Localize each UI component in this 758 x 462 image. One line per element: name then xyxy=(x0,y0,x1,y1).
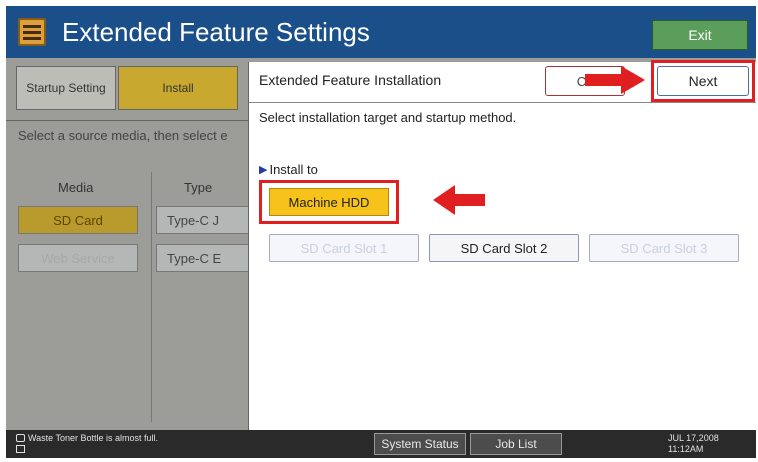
time: 11:12AM xyxy=(668,444,704,454)
pointer-arrow-icon xyxy=(585,66,645,94)
date: JUL 17,2008 xyxy=(668,433,719,443)
header-bar: Extended Feature Settings Exit xyxy=(6,6,756,58)
column-divider xyxy=(151,172,152,422)
next-button[interactable]: Next xyxy=(657,66,749,96)
media-header: Media xyxy=(58,180,94,195)
printer-icon xyxy=(16,434,25,442)
type-c-e-button[interactable]: Type-C E xyxy=(156,244,256,272)
machine-hdd-button[interactable]: Machine HDD xyxy=(269,188,389,216)
sd-card-slot-2-button[interactable]: SD Card Slot 2 xyxy=(429,234,579,262)
install-to-text: Install to xyxy=(269,162,318,177)
settings-app-icon xyxy=(18,18,46,46)
type-header: Type xyxy=(184,180,213,195)
web-service-button[interactable]: Web Service xyxy=(18,244,138,272)
page-title: Extended Feature Settings xyxy=(62,17,370,47)
dialog-instruction: Select installation target and startup m… xyxy=(259,110,517,125)
source-instruction: Select a source media, then select e xyxy=(18,128,228,143)
type-c-j-button[interactable]: Type-C J xyxy=(156,206,256,234)
tab-install[interactable]: Install xyxy=(118,66,238,110)
date-time: JUL 17,2008 11:12AM xyxy=(668,433,719,455)
tab-startup-setting[interactable]: Startup Setting xyxy=(16,66,116,110)
install-to-label: ▶ Install to xyxy=(259,162,318,177)
sd-card-slot-3-button[interactable]: SD Card Slot 3 xyxy=(589,234,739,262)
job-list-button[interactable]: Job List xyxy=(470,433,562,455)
alert-icon xyxy=(16,445,25,453)
triangle-right-icon: ▶ xyxy=(259,164,268,176)
exit-button[interactable]: Exit xyxy=(652,20,748,50)
pointer-arrow-icon xyxy=(433,185,485,215)
status-message: Waste Toner Bottle is almost full. xyxy=(28,433,159,443)
dialog-title: Extended Feature Installation xyxy=(259,72,442,88)
status-bar: Waste Toner Bottle is almost full. Syste… xyxy=(6,430,756,458)
touch-panel-screen: Extended Feature Settings Exit Startup S… xyxy=(6,6,756,458)
installation-dialog: Extended Feature Installation Ca Next Se… xyxy=(248,60,756,432)
sd-card-button[interactable]: SD Card xyxy=(18,206,138,234)
dialog-divider xyxy=(249,102,756,103)
sd-card-slot-1-button[interactable]: SD Card Slot 1 xyxy=(269,234,419,262)
system-status-button[interactable]: System Status xyxy=(374,433,466,455)
